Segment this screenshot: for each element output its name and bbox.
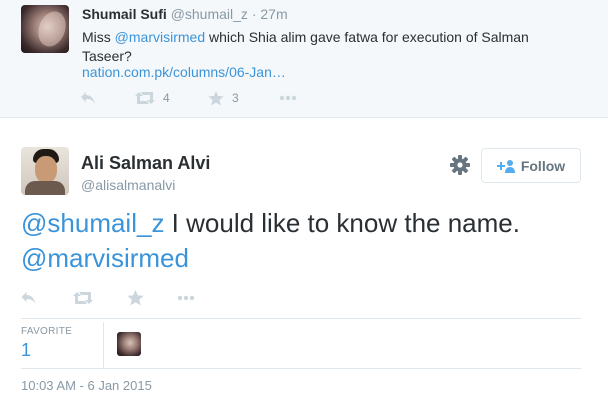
parent-article-link[interactable]: nation.com.pk/columns/06-Jan… xyxy=(82,64,286,80)
more-icon xyxy=(177,295,195,301)
add-user-icon xyxy=(496,159,515,173)
tweet-timestamp[interactable]: 10:03 AM - 6 Jan 2015 xyxy=(21,378,152,393)
retweet-icon xyxy=(73,292,93,304)
reply-icon xyxy=(81,92,95,104)
stats-separator xyxy=(103,322,104,368)
mention-link-1[interactable]: @shumail_z xyxy=(21,208,164,238)
parent-reply-button[interactable] xyxy=(80,88,96,108)
more-button[interactable] xyxy=(177,288,195,308)
reply-icon xyxy=(21,292,36,304)
avatar-shirt xyxy=(25,181,65,195)
parent-retweet-count: 4 xyxy=(163,91,170,105)
parent-favorite-button[interactable]: 3 xyxy=(208,88,239,108)
mention-link-2[interactable]: @marvisirmed xyxy=(21,243,189,273)
parent-tweet-header: Shumail Sufi @shumail_z · 27m xyxy=(82,6,288,22)
favorites-count[interactable]: 1 xyxy=(21,340,31,361)
author-name[interactable]: Ali Salman Alvi xyxy=(81,153,210,174)
favorite-icon xyxy=(127,290,144,306)
avatar-face xyxy=(35,156,57,183)
retweet-button[interactable] xyxy=(73,288,93,308)
parent-favorite-count: 3 xyxy=(232,91,239,105)
tweet-body: I would like to know the name. xyxy=(164,208,520,238)
parent-retweet-button[interactable]: 4 xyxy=(135,88,170,108)
reply-button[interactable] xyxy=(20,288,37,308)
parent-mention-link[interactable]: @marvisirmed xyxy=(115,29,205,45)
favorites-label: FAVORITE xyxy=(21,326,73,337)
favoriter-avatar[interactable] xyxy=(117,332,141,356)
parent-author-handle[interactable]: @shumail_z xyxy=(171,6,248,22)
parent-tweet-time[interactable]: 27m xyxy=(260,6,287,22)
tweet-actions xyxy=(20,288,220,308)
more-icon xyxy=(279,95,297,101)
favorite-button[interactable] xyxy=(127,288,144,308)
gear-icon[interactable] xyxy=(449,154,471,176)
parent-more-button[interactable] xyxy=(279,88,297,108)
stats-top-divider xyxy=(21,318,581,319)
retweet-icon xyxy=(135,92,155,104)
follow-button[interactable]: Follow xyxy=(481,148,581,183)
author-handle[interactable]: @alisalmanalvi xyxy=(81,177,175,193)
tweet-stats: FAVORITE 1 xyxy=(21,322,581,368)
follow-button-label: Follow xyxy=(520,157,566,174)
parent-text-prefix: Miss xyxy=(82,29,115,45)
parent-author-avatar[interactable] xyxy=(21,5,69,53)
parent-tweet-actions: 4 3 xyxy=(80,88,380,108)
stats-bottom-divider xyxy=(21,368,581,369)
author-avatar[interactable] xyxy=(21,147,69,195)
parent-tweet[interactable]: Shumail Sufi @shumail_z · 27m Miss @marv… xyxy=(0,0,608,118)
tweet-text: @shumail_z I would like to know the name… xyxy=(21,206,591,276)
parent-author-name[interactable]: Shumail Sufi xyxy=(82,6,167,22)
parent-tweet-text: Miss @marvisirmed which Shia alim gave f… xyxy=(82,28,552,66)
parent-time-separator: · xyxy=(251,6,257,22)
favorite-icon xyxy=(208,90,224,105)
